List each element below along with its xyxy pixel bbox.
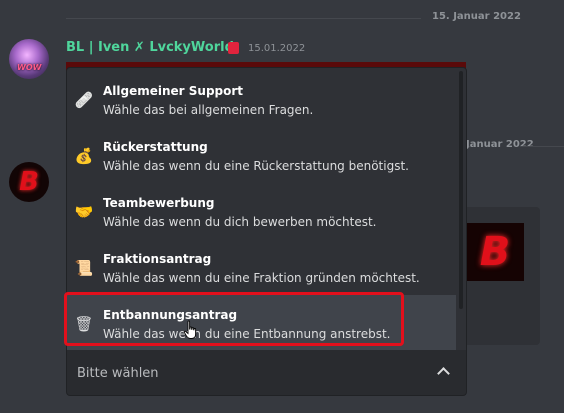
dropdown-scrollbar[interactable] [459,71,463,309]
money-bag-icon: 💰 [74,147,94,165]
option-description: Wähle das wenn du eine Rückerstattung be… [103,159,409,173]
chevron-up-icon[interactable] [437,367,450,380]
date-divider-line [66,18,421,19]
option-description: Wähle das wenn du dich bewerben möchtest… [103,215,377,229]
bandage-icon: 🩹 [74,91,94,109]
highlight-annotation [64,292,404,346]
select-placeholder: Bitte wählen [77,366,159,381]
date-divider-line-3 [520,146,564,147]
option-label: Teambewerbung [103,196,215,210]
avatar-text: WOW [17,63,42,72]
option-allgemeiner-support[interactable]: 🩹 Allgemeiner Support Wähle das bei allg… [67,71,456,127]
option-description: Wähle das bei allgemeinen Fragen. [103,103,314,117]
option-fraktionsantrag[interactable]: 📜 Fraktionsantrag Wähle das wenn du eine… [67,239,456,295]
option-description: Wähle das wenn du eine Fraktion gründen … [103,271,420,285]
hand-cursor-icon [183,320,197,339]
message-timestamp: 15.01.2022 [248,43,306,54]
role-badge-icon [228,42,239,54]
bot-avatar-letter: B [19,167,39,197]
date-divider-label-2: Januar 2022 [466,139,534,150]
handshake-icon: 🤝 [74,203,94,221]
select-menu-input[interactable]: Bitte wählen [66,350,467,396]
embed-thumbnail-letter: B [479,229,511,275]
message-username[interactable]: BL | Iven ✗ LvckyWorld [66,40,234,55]
embed-thumbnail[interactable]: B [466,223,524,281]
option-label: Fraktionsantrag [103,252,212,266]
date-divider-label: 15. Januar 2022 [432,11,521,22]
scroll-icon: 📜 [74,259,94,277]
option-teambewerbung[interactable]: 🤝 Teambewerbung Wähle das wenn du dich b… [67,183,456,239]
option-rueckerstattung[interactable]: 💰 Rückerstattung Wähle das wenn du eine … [67,127,456,183]
option-label: Allgemeiner Support [103,84,244,98]
bot-avatar[interactable]: B [9,162,49,202]
user-avatar[interactable]: WOW [9,39,49,79]
option-label: Rückerstattung [103,140,208,154]
